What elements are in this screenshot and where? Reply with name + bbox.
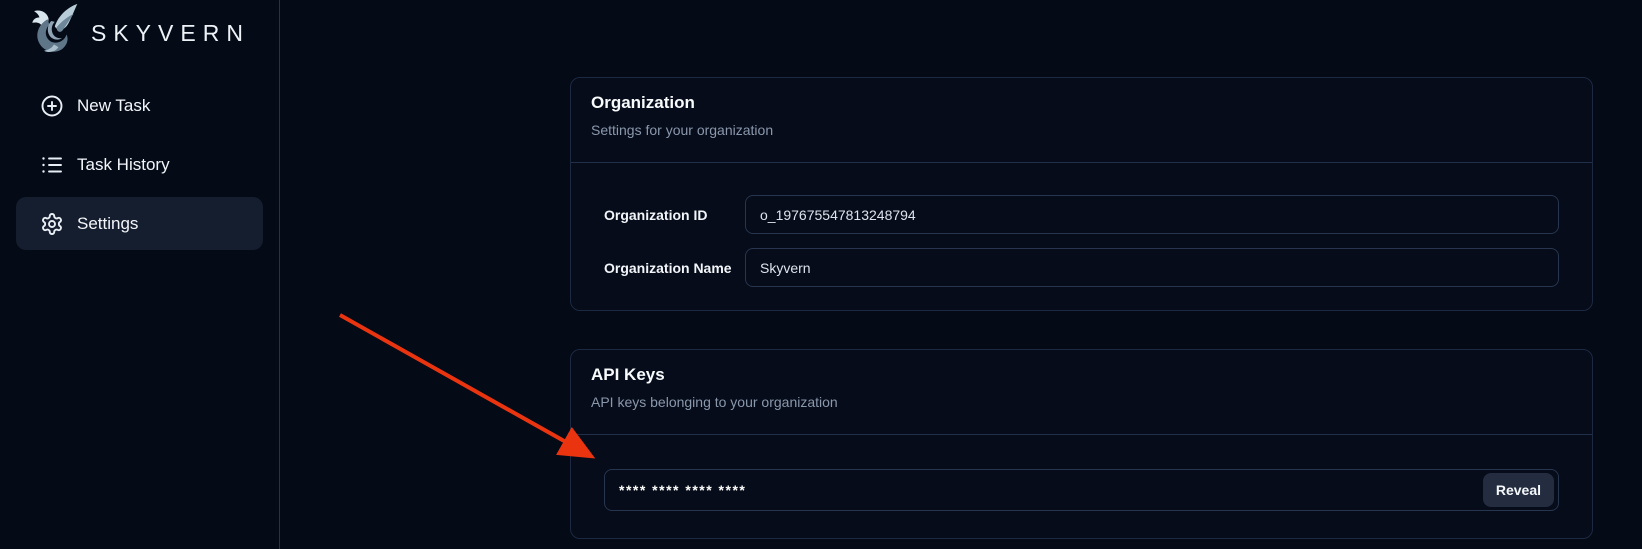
sidebar-item-new-task[interactable]: New Task [16,79,263,132]
organization-id-input[interactable] [745,195,1559,234]
sidebar: SKYVERN New Task Task History [0,0,280,549]
sidebar-item-settings[interactable]: Settings [16,197,263,250]
sidebar-item-label: Task History [77,155,170,175]
list-icon [40,153,64,177]
dragon-logo-icon [24,3,82,57]
sidebar-nav: New Task Task History Settings [0,79,279,250]
app-logo[interactable]: SKYVERN [0,0,279,57]
organization-id-label: Organization ID [604,207,745,223]
settings-page: SKYVERN New Task Task History [0,0,1642,549]
organization-card: Organization Settings for your organizat… [570,77,1593,311]
organization-card-header: Organization Settings for your organizat… [571,78,1592,163]
sidebar-item-task-history[interactable]: Task History [16,138,263,191]
organization-card-title: Organization [591,93,1572,113]
organization-name-row: Organization Name [604,248,1559,287]
sidebar-item-label: Settings [77,214,138,234]
api-keys-card-title: API Keys [591,365,1572,385]
app-name: SKYVERN [91,14,250,47]
api-keys-card-subtitle: API keys belonging to your organization [591,394,1572,410]
api-keys-card-header: API Keys API keys belonging to your orga… [571,350,1592,435]
masked-api-key: **** **** **** **** [619,482,746,498]
api-key-field[interactable]: **** **** **** **** Reveal [604,469,1559,511]
organization-card-body: Organization ID Organization Name [571,163,1592,311]
api-keys-card-body: **** **** **** **** Reveal [571,435,1592,537]
organization-card-subtitle: Settings for your organization [591,122,1572,138]
gear-icon [40,212,64,236]
organization-name-label: Organization Name [604,260,745,276]
api-keys-card: API Keys API keys belonging to your orga… [570,349,1593,539]
organization-name-input[interactable] [745,248,1559,287]
circle-plus-icon [40,94,64,118]
organization-id-row: Organization ID [604,195,1559,234]
sidebar-item-label: New Task [77,96,150,116]
reveal-button[interactable]: Reveal [1483,473,1554,507]
